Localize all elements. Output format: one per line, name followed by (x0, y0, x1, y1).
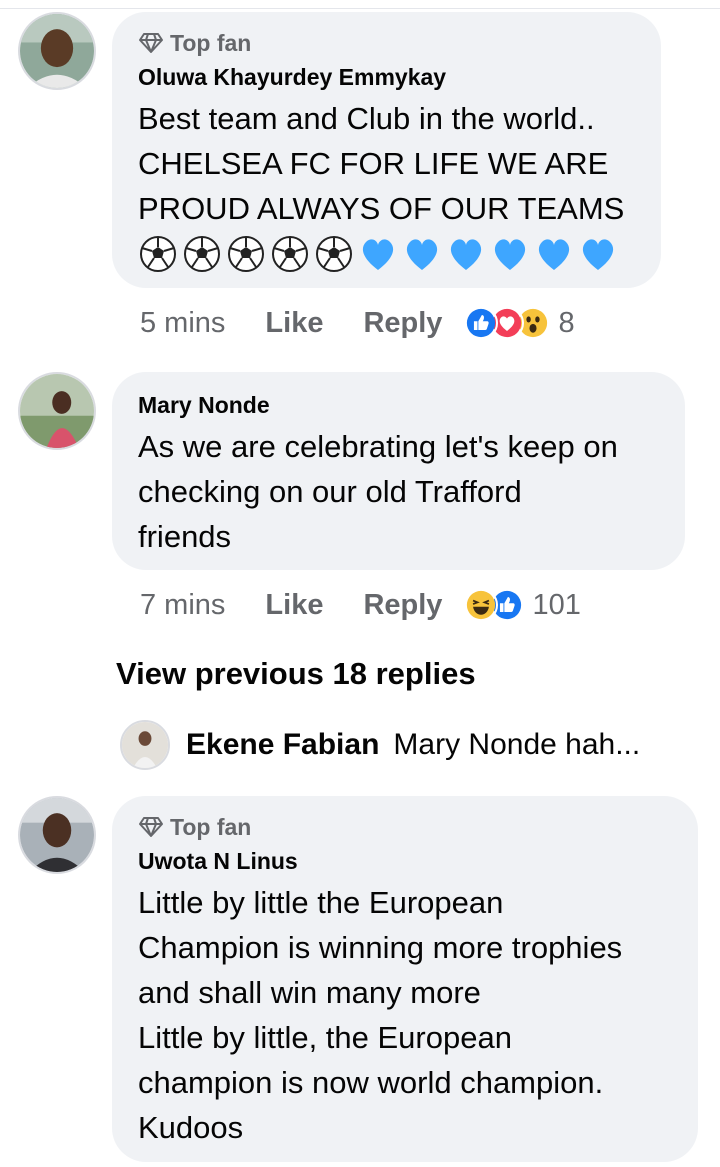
diamond-icon (139, 817, 163, 837)
blue-heart-icon (582, 239, 614, 270)
soccer-ball-icon (228, 236, 264, 272)
like-button[interactable]: Like (265, 589, 323, 622)
badge-label: Top fan (170, 813, 252, 840)
top-fan-badge: Top fan (138, 810, 672, 844)
latest-reply-preview[interactable]: Ekene Fabian Mary Nonde hah... (120, 720, 700, 770)
comment-bubble: Mary Nonde As we are celebrating let's k… (112, 372, 685, 570)
reply-snippet: Mary Nonde hah... (393, 728, 641, 761)
comment-time[interactable]: 7 mins (140, 589, 225, 622)
comment-author[interactable]: Uwota N Linus (138, 846, 672, 876)
like-reaction-icon (464, 306, 499, 340)
reaction-summary[interactable]: 101 (464, 588, 581, 622)
reply-button[interactable]: Reply (363, 307, 442, 340)
like-button[interactable]: Like (265, 307, 323, 340)
reaction-count: 101 (532, 588, 581, 621)
comment-author[interactable]: Mary Nonde (138, 390, 659, 420)
comment-text: Little by little the European Champion i… (138, 885, 623, 1145)
comment-bubble: Top fan Uwota N Linus Little by little t… (112, 796, 698, 1162)
comment-actions: 7 mins Like Reply 101 (140, 588, 581, 622)
badge-label: Top fan (170, 29, 252, 56)
avatar[interactable] (18, 372, 96, 450)
comment-bubble: Top fan Oluwa Khayurdey Emmykay Best tea… (112, 12, 661, 288)
blue-heart-icon (538, 239, 570, 270)
comment-author[interactable]: Oluwa Khayurdey Emmykay (138, 62, 635, 92)
avatar[interactable] (18, 796, 96, 874)
view-previous-replies-link[interactable]: View previous 18 replies (116, 656, 476, 692)
reaction-summary[interactable]: 8 (464, 306, 575, 340)
comment-text: Best team and Club in the world.. CHELSE… (138, 101, 625, 226)
top-fan-badge: Top fan (138, 26, 635, 60)
diamond-icon (139, 33, 163, 53)
comment-text: As we are celebrating let's keep on chec… (138, 429, 618, 554)
haha-reaction-icon (464, 588, 499, 622)
avatar[interactable] (120, 720, 170, 770)
emoji-row (138, 233, 635, 275)
top-divider (0, 8, 720, 9)
blue-heart-icon (406, 239, 438, 270)
soccer-ball-icon (140, 236, 176, 272)
comment-actions: 5 mins Like Reply 8 (140, 306, 575, 340)
reply-author[interactable]: Ekene Fabian (186, 728, 379, 762)
avatar[interactable] (18, 12, 96, 90)
reply-button[interactable]: Reply (363, 589, 442, 622)
soccer-ball-icon (272, 236, 308, 272)
blue-heart-icon (450, 239, 482, 270)
soccer-ball-icon (316, 236, 352, 272)
comment-time[interactable]: 5 mins (140, 307, 225, 340)
blue-heart-icon (362, 239, 394, 270)
soccer-ball-icon (184, 236, 220, 272)
blue-heart-icon (494, 239, 526, 270)
reaction-count: 8 (558, 306, 575, 339)
